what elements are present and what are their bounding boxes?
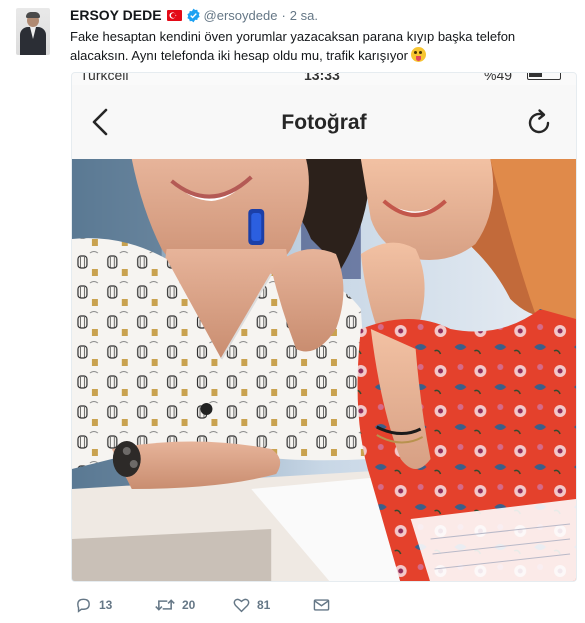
status-clock: 13:33 xyxy=(304,73,340,83)
tweet-text-content: Fake hesaptan kendini öven yorumlar yaza… xyxy=(70,29,516,63)
reply-icon xyxy=(77,598,90,613)
carrier-label: Turkcell xyxy=(80,73,129,83)
nav-title: Fotoğraf xyxy=(281,111,367,134)
refresh-icon[interactable] xyxy=(523,107,555,139)
winking-tongue-emoji xyxy=(410,47,426,62)
battery-percent: %49 xyxy=(484,73,513,83)
verified-badge-icon xyxy=(186,8,200,22)
display-name[interactable]: ERSOY DEDE xyxy=(70,7,162,23)
reply-count: 13 xyxy=(99,598,113,612)
envelope-icon xyxy=(313,599,330,611)
phone-status-bar: Turkcell 13:33 %49 xyxy=(72,73,576,85)
separator-dot: · xyxy=(281,7,286,23)
user-handle[interactable]: @ersoydede xyxy=(204,8,278,23)
profile-avatar[interactable] xyxy=(16,8,50,55)
tweet-text: Fake hesaptan kendini öven yorumlar yaza… xyxy=(70,27,570,65)
heart-icon xyxy=(233,598,250,613)
retweet-button[interactable]: 20 xyxy=(155,597,195,613)
like-count: 81 xyxy=(257,598,271,612)
tweet-header: ERSOY DEDE @ersoydede · 2 sa. xyxy=(70,6,318,24)
battery-icon xyxy=(527,73,561,80)
tweet-timestamp[interactable]: 2 sa. xyxy=(290,8,318,23)
turkey-flag-icon xyxy=(166,9,182,21)
photo-nav-bar: Fotoğraf xyxy=(72,85,576,160)
retweet-icon xyxy=(155,599,175,611)
direct-message-button[interactable] xyxy=(313,598,330,612)
photo-two-women[interactable] xyxy=(72,159,576,582)
retweet-count: 20 xyxy=(182,598,196,612)
tweet-media[interactable]: Turkcell 13:33 %49 Fotoğraf xyxy=(71,72,577,582)
like-button[interactable]: 81 xyxy=(233,597,270,613)
reply-button[interactable]: 13 xyxy=(75,597,112,613)
